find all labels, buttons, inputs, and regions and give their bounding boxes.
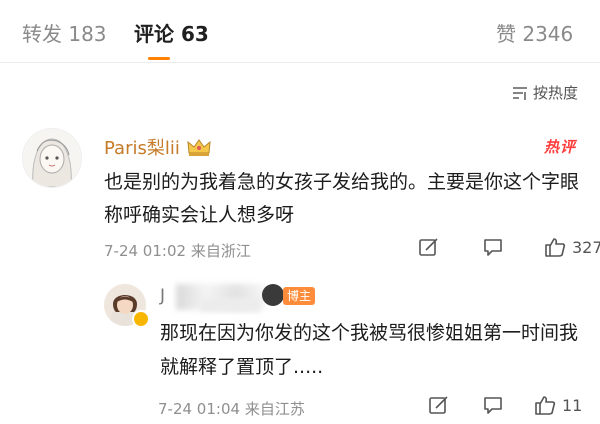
sort-button[interactable]: 按热度 xyxy=(511,82,578,103)
tab-likes[interactable]: 赞 2346 xyxy=(496,20,573,48)
blogger-icon xyxy=(262,284,284,306)
reply-timestamp: 7-24 01:04 xyxy=(158,400,241,418)
comment-author-name: Paris梨lii xyxy=(104,138,180,159)
comment-location: 来自浙江 xyxy=(190,242,251,260)
reply-meta: 7-24 01:04 来自江苏 xyxy=(158,398,305,419)
active-tab-indicator xyxy=(148,57,170,60)
crown-icon xyxy=(187,139,211,156)
reply-author-name[interactable]: J xyxy=(160,286,165,306)
like-icon[interactable] xyxy=(534,394,556,416)
repost-icon[interactable] xyxy=(418,236,440,258)
tab-bar: 转发 183 评论 63 赞 2346 xyxy=(0,0,600,63)
tab-reposts[interactable]: 转发 183 xyxy=(22,20,107,48)
reply-actions: 11 xyxy=(428,394,582,416)
comment-timestamp: 7-24 01:02 xyxy=(104,242,187,260)
redacted-name-extra xyxy=(200,298,260,312)
reply-location: 来自江苏 xyxy=(244,400,305,418)
like-icon[interactable] xyxy=(544,236,566,258)
comment-icon[interactable] xyxy=(482,236,504,258)
avatar-illustration xyxy=(23,129,81,187)
comment-meta: 7-24 01:02 来自浙江 xyxy=(104,240,251,261)
verified-icon xyxy=(132,310,150,328)
reply-text: 那现在因为你发的这个我被骂很惨姐姐第一时间我就解释了置顶了..... xyxy=(160,322,579,378)
hot-comment-badge: 热评 xyxy=(543,138,576,156)
comment-icon[interactable] xyxy=(482,394,504,416)
comment-like-count: 327 xyxy=(572,237,600,257)
sort-icon xyxy=(512,86,527,100)
avatar[interactable] xyxy=(22,128,82,188)
repost-icon[interactable] xyxy=(428,394,450,416)
blogger-badge: 博主 xyxy=(283,287,316,305)
sort-label: 按热度 xyxy=(532,84,578,102)
comment-text: 也是别的为我着急的女孩子发给我的。主要是你这个字眼称呼确实会让人想多呀 xyxy=(104,171,580,226)
reply-like-count: 11 xyxy=(562,395,583,415)
comment-actions: 327 xyxy=(418,236,600,258)
comment-author[interactable]: Paris梨lii xyxy=(104,134,212,160)
tab-comments[interactable]: 评论 63 xyxy=(134,20,209,48)
